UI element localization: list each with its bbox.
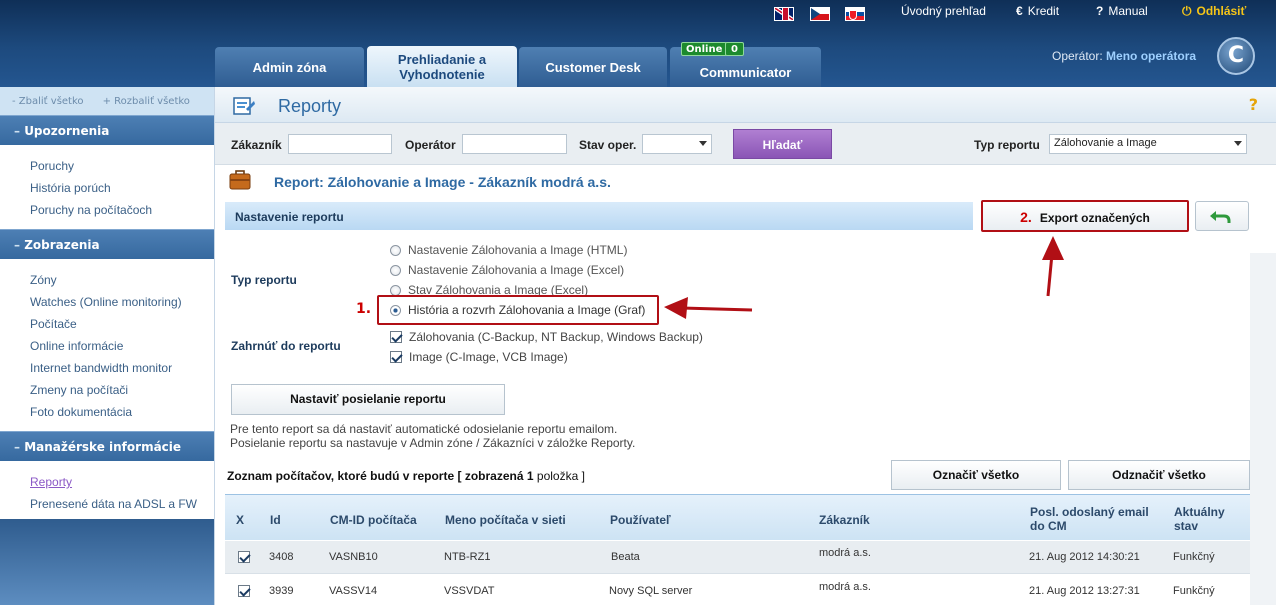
search-button[interactable]: Hľadať bbox=[733, 129, 832, 159]
briefcase-icon bbox=[229, 170, 251, 190]
report-sending-button[interactable]: Nastaviť posielanie reportu bbox=[231, 384, 505, 415]
page-title: Reporty bbox=[278, 96, 342, 116]
include-backups[interactable]: Zálohovania (C-Backup, NT Backup, Window… bbox=[390, 328, 703, 346]
credit-link[interactable]: € Kredit bbox=[1016, 4, 1059, 18]
sidebar-section-alerts[interactable]: Upozornenia bbox=[0, 115, 214, 145]
table-row[interactable]: 3939 VASSV14 VSSVDAT Novy SQL server mod… bbox=[225, 575, 1250, 605]
option-settings-excel[interactable]: Nastavenie Zálohovania a Image (Excel) bbox=[390, 261, 624, 279]
row-checkbox[interactable] bbox=[238, 551, 250, 563]
report-title: Report: Zálohovanie a Image - Zákazník m… bbox=[274, 174, 611, 190]
highlight-box bbox=[377, 295, 659, 325]
overview-link[interactable]: Úvodný prehľad bbox=[901, 4, 986, 18]
table-row[interactable]: 3408 VASNB10 NTB-RZ1 Beata modrá a.s. 21… bbox=[225, 541, 1250, 574]
column-header[interactable]: Zákazník bbox=[819, 513, 870, 527]
sidebar-toolbar: - Zbaliť všetko + Rozbaliť všetko bbox=[0, 87, 214, 115]
sidebar-section-management[interactable]: Manažérske informácie bbox=[0, 431, 214, 461]
page-header: Reporty ? bbox=[215, 87, 1276, 123]
sidebar-item-faults[interactable]: Poruchy bbox=[30, 155, 214, 177]
collapse-all-link[interactable]: - Zbaliť všetko bbox=[12, 96, 84, 107]
include-label: Zahrnúť do reportu bbox=[231, 339, 341, 353]
status-select[interactable] bbox=[642, 134, 712, 154]
sidebar-item-fault-history[interactable]: História porúch bbox=[30, 177, 214, 199]
checkbox[interactable] bbox=[390, 331, 402, 343]
include-images[interactable]: Image (C-Image, VCB Image) bbox=[390, 348, 568, 366]
report-icon bbox=[233, 97, 255, 115]
column-header[interactable]: Id bbox=[270, 513, 281, 527]
main-content: Reporty ? Zákazník Operátor Stav oper. H… bbox=[214, 87, 1276, 605]
column-header[interactable]: Posl. odoslaný email do CM bbox=[1030, 505, 1160, 533]
sidebar-item-computer-changes[interactable]: Zmeny na počítači bbox=[30, 379, 214, 401]
report-note: Pre tento report sa dá nastaviť automati… bbox=[230, 422, 636, 450]
english-flag-icon[interactable] bbox=[774, 7, 794, 21]
sidebar-item-adsl-data[interactable]: Prenesené dáta na ADSL a FW bbox=[30, 493, 214, 515]
sidebar-item-bandwidth-monitor[interactable]: Internet bandwidth monitor bbox=[30, 357, 214, 379]
top-bar: Úvodný prehľad € Kredit ? Manual ⏻ Odhlásiť… bbox=[0, 0, 1276, 87]
filter-bar: Zákazník Operátor Stav oper. Hľadať Typ … bbox=[215, 123, 1276, 165]
czech-flag-icon[interactable] bbox=[810, 7, 830, 21]
operator-input[interactable] bbox=[462, 134, 567, 154]
manual-link[interactable]: ? Manual bbox=[1096, 4, 1148, 18]
checkbox[interactable] bbox=[390, 351, 402, 363]
chevron-down-icon bbox=[1234, 141, 1242, 146]
mark-all-button[interactable]: Označiť všetko bbox=[891, 460, 1061, 490]
customer-input[interactable] bbox=[288, 134, 392, 154]
sidebar-footer bbox=[0, 519, 214, 605]
help-icon[interactable]: ? bbox=[1249, 95, 1258, 114]
chevron-down-icon bbox=[699, 141, 707, 146]
tab-admin-zone[interactable]: Admin zóna bbox=[215, 47, 364, 87]
online-count-badge: 0 bbox=[725, 42, 744, 56]
radio-button[interactable] bbox=[390, 244, 401, 256]
operator-label: Operátor bbox=[405, 138, 456, 152]
report-settings-header: Nastavenie reportu bbox=[225, 202, 973, 230]
column-header[interactable]: Používateľ bbox=[610, 513, 671, 527]
undo-arrow-icon bbox=[1210, 211, 1231, 223]
operator-info: Operátor: Meno operátora bbox=[1052, 49, 1197, 63]
radio-button[interactable] bbox=[390, 284, 401, 296]
report-type-label: Typ reportu bbox=[974, 138, 1040, 152]
customer-label: Zákazník bbox=[231, 138, 282, 152]
report-type-option-label: Typ reportu bbox=[231, 273, 297, 287]
report-type-select[interactable]: Zálohovanie a Image bbox=[1049, 134, 1247, 154]
computer-list-title: Zoznam počítačov, ktoré budú v reporte [… bbox=[227, 469, 585, 483]
row-checkbox[interactable] bbox=[238, 585, 250, 597]
back-button[interactable] bbox=[1195, 201, 1249, 231]
sidebar-item-online-info[interactable]: Online informácie bbox=[30, 335, 214, 357]
column-header[interactable]: CM-ID počítača bbox=[330, 513, 417, 527]
radio-button[interactable] bbox=[390, 264, 401, 276]
slovak-flag-icon[interactable] bbox=[845, 7, 865, 21]
step-number: 1. bbox=[356, 301, 372, 317]
sidebar-item-watches[interactable]: Watches (Online monitoring) bbox=[30, 291, 214, 313]
sidebar-item-photo-docs[interactable]: Foto dokumentácia bbox=[30, 401, 214, 423]
sidebar-item-computers[interactable]: Počítače bbox=[30, 313, 214, 335]
sidebar-section-views[interactable]: Zobrazenia bbox=[0, 229, 214, 259]
sidebar-item-zones[interactable]: Zóny bbox=[30, 269, 214, 291]
sidebar-item-computer-faults[interactable]: Poruchy na počítačoch bbox=[30, 199, 214, 221]
sidebar: - Zbaliť všetko + Rozbaliť všetko Upozor… bbox=[0, 87, 214, 605]
power-icon: ⏻ bbox=[1182, 4, 1192, 18]
status-label: Stav oper. bbox=[579, 138, 637, 152]
tab-customer-desk[interactable]: Customer Desk bbox=[519, 47, 667, 87]
sidebar-item-reports[interactable]: Reporty bbox=[30, 471, 214, 493]
column-header[interactable]: Aktuálny stav bbox=[1174, 505, 1234, 533]
vertical-scrollbar[interactable] bbox=[1250, 253, 1276, 605]
company-logo: C bbox=[1217, 37, 1255, 75]
unmark-all-button[interactable]: Odznačiť všetko bbox=[1068, 460, 1250, 490]
expand-all-link[interactable]: + Rozbaliť všetko bbox=[103, 96, 190, 107]
tab-browse-evaluate[interactable]: Prehliadanie a Vyhodnotenie bbox=[367, 46, 517, 87]
option-settings-html[interactable]: Nastavenie Zálohovania a Image (HTML) bbox=[390, 241, 627, 259]
column-header[interactable]: X bbox=[236, 513, 244, 527]
euro-icon: € bbox=[1016, 4, 1023, 18]
question-icon: ? bbox=[1096, 4, 1104, 18]
logout-link[interactable]: ⏻ Odhlásiť bbox=[1182, 4, 1246, 19]
export-selected-button[interactable]: 2. Export označených bbox=[981, 200, 1189, 232]
step-number: 2. bbox=[1020, 209, 1032, 225]
table-header: X Id CM-ID počítača Meno počítača v siet… bbox=[225, 494, 1250, 540]
column-header[interactable]: Meno počítača v sieti bbox=[445, 513, 566, 527]
online-badge: Online bbox=[681, 42, 728, 56]
